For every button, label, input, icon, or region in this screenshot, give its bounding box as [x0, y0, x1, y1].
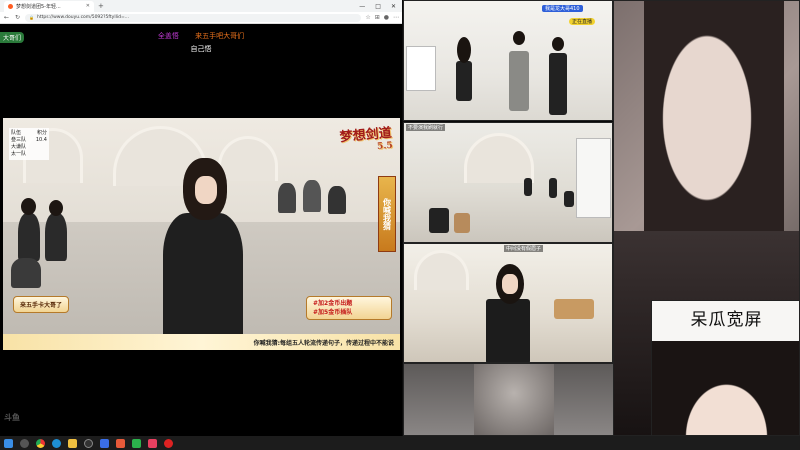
- banner-left-text: 全盖悟: [157, 32, 179, 40]
- feed-person-head: [457, 37, 471, 63]
- stream-page: 大哥们 全盖悟 来五手吧大哥们 自己悟 队伍 积分 叁三队 10.4 大谦队 太…: [0, 24, 402, 436]
- feed-person: [549, 53, 567, 115]
- feed-caption: 中间没有假眉子: [504, 245, 544, 252]
- camera-feed-3[interactable]: 中间没有假眉子: [403, 243, 613, 363]
- app-icon[interactable]: [148, 438, 157, 448]
- main-streamer-face: [195, 176, 217, 204]
- scoreboard-team: 太一队: [11, 151, 27, 157]
- stream-video[interactable]: 队伍 积分 叁三队 10.4 大谦队 太一队 梦想剑道 5.5 你喊我猜 来五手…: [3, 118, 400, 350]
- top-banner: 全盖悟 来五手吧大哥们: [0, 31, 402, 41]
- maximize-icon[interactable]: □: [375, 3, 381, 10]
- overlay-line: #加2金币出题: [313, 300, 353, 307]
- tab-close-icon[interactable]: ✕: [86, 3, 90, 9]
- feed-person: [564, 191, 574, 207]
- scoreboard-team: 叁三队: [11, 137, 27, 143]
- scoreboard-header-score: 积分: [36, 130, 47, 136]
- explorer-icon[interactable]: [68, 438, 77, 448]
- douyu-watermark: 斗鱼: [4, 413, 20, 422]
- rules-bar: 你喊我猜:每组五人轮流传递句子，传递过程中不能说: [3, 334, 400, 350]
- show-logo: 梦想剑道 5.5: [339, 122, 393, 155]
- feed-person: [486, 299, 530, 362]
- feed-person: [524, 178, 532, 196]
- browser-window: 梦想剑道团5-年轻... ✕ + — □ ✕ ← ↻ 🔒 https://www…: [0, 0, 402, 436]
- facecam-person: [652, 341, 799, 435]
- search-icon[interactable]: [20, 438, 29, 448]
- side-game-banner: 你喊我猜: [378, 176, 396, 252]
- banner-right-text: 来五手吧大哥们: [195, 32, 245, 40]
- star-icon[interactable]: ☆: [365, 14, 370, 21]
- windows-icon[interactable]: [4, 438, 13, 448]
- feed-arch: [414, 250, 469, 290]
- gift-overlay-left: 来五手卡大哥了: [13, 296, 70, 313]
- close-window-icon[interactable]: ✕: [391, 3, 396, 10]
- url-text: https://www.douyu.com/5092?5ftyllid=...: [36, 15, 130, 20]
- scoreboard-row: 叁三队 10.4: [11, 137, 47, 144]
- feed-person: [429, 208, 449, 233]
- whiteboard: [406, 46, 436, 91]
- bg-person: [303, 180, 321, 212]
- scoreboard-header: 队伍 积分: [11, 130, 47, 137]
- bg-person-head: [49, 200, 63, 216]
- edge-icon[interactable]: [52, 438, 61, 448]
- scoreboard: 队伍 积分 叁三队 10.4 大谦队 太一队: [9, 128, 49, 160]
- bg-person: [18, 213, 40, 261]
- menu-icon[interactable]: ⋯: [393, 14, 399, 21]
- douyu-favicon-icon: [8, 3, 13, 9]
- scoreboard-team: 大谦队: [11, 144, 27, 150]
- bg-person-head: [21, 198, 36, 215]
- feed-person: [456, 61, 472, 101]
- feed-caption: 不要演我刷就行: [406, 124, 446, 131]
- bg-person: [278, 183, 296, 213]
- feed-chair: [454, 213, 470, 233]
- streamer-face-closeup: [644, 1, 784, 261]
- live-badge: 正在直播: [569, 18, 596, 25]
- facecam-title: 呆瓜宽屏: [690, 310, 763, 330]
- window-controls: — □ ✕: [359, 3, 402, 10]
- whiteboard: [576, 138, 611, 218]
- bg-person: [328, 186, 346, 214]
- browser-titlebar: 梦想剑道团5-年轻... ✕ + — □ ✕: [0, 0, 402, 12]
- camera-feed-2[interactable]: 不要演我刷就行: [403, 122, 613, 243]
- lock-icon: 🔒: [29, 15, 34, 20]
- address-bar[interactable]: 🔒 https://www.douyu.com/5092?5ftyllid=..…: [25, 13, 362, 22]
- minimize-icon[interactable]: —: [359, 3, 365, 10]
- feed-person: [549, 178, 557, 198]
- main-streamer-body: [163, 213, 243, 350]
- feed-person-head: [513, 31, 525, 45]
- feed-table: [554, 299, 594, 319]
- bg-person: [11, 258, 41, 288]
- feed-person-face: [502, 274, 518, 294]
- back-icon[interactable]: ←: [3, 14, 10, 21]
- wechat-icon[interactable]: [132, 438, 141, 448]
- scoreboard-header-team: 队伍: [11, 130, 22, 136]
- taskbar: [0, 436, 800, 450]
- app-icon[interactable]: [100, 438, 109, 448]
- scoreboard-row: 大谦队: [11, 144, 47, 151]
- extensions-icon[interactable]: ⊞: [375, 14, 380, 21]
- banner-sub-text: 自己悟: [190, 45, 212, 53]
- facecam-overlay[interactable]: 呆瓜宽屏: [651, 300, 800, 436]
- overlay-line: #加5金币插队: [313, 309, 353, 316]
- browser-toolbar: ← ↻ 🔒 https://www.douyu.com/5092?5ftylli…: [0, 12, 402, 24]
- refresh-icon[interactable]: ↻: [14, 14, 21, 21]
- record-icon[interactable]: [164, 438, 173, 448]
- blurred-face: [474, 364, 554, 435]
- profile-icon[interactable]: ●: [384, 14, 389, 21]
- camera-feed-1[interactable]: 我是龙大哥410 正在直播: [403, 0, 613, 121]
- gift-overlay-right: #加2金币出题 #加5金币插队: [306, 296, 392, 320]
- bg-person: [45, 213, 67, 261]
- obs-icon[interactable]: [84, 438, 93, 448]
- feed-person-head: [552, 37, 564, 51]
- scoreboard-score: 10.4: [35, 137, 47, 143]
- tab-title: 梦想剑道团5-年轻...: [16, 3, 61, 10]
- feed-username-badge: 我是龙大哥410: [542, 5, 583, 12]
- app-icon[interactable]: [116, 438, 125, 448]
- scoreboard-row: 太一队: [11, 151, 47, 158]
- chrome-icon[interactable]: [36, 438, 45, 448]
- browser-tab[interactable]: 梦想剑道团5-年轻... ✕: [4, 0, 94, 12]
- feed-person: [509, 51, 529, 111]
- new-tab-icon[interactable]: +: [98, 2, 104, 10]
- feed-arch: [464, 133, 534, 183]
